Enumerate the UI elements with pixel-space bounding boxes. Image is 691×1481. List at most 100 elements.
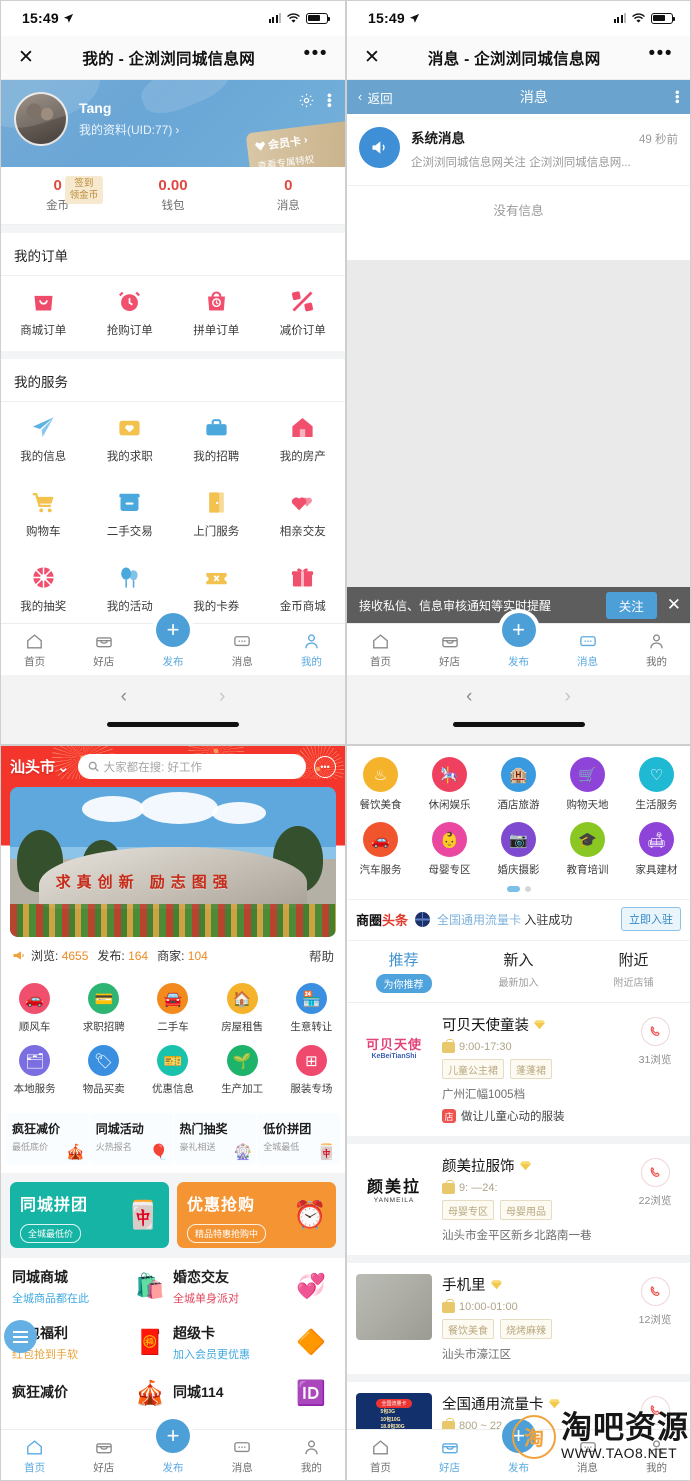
city-category-house[interactable]: 🏠 房屋租售	[208, 977, 277, 1039]
entry-row[interactable]: 同城商城 全城商品都在此 🛍️ 婚恋交友 全城单身派对 💞	[0, 1258, 346, 1314]
entry-row[interactable]: 红包福利 红包抢到手软 🧧 超级卡 加入会员更优惠 🔶	[0, 1314, 346, 1370]
shop-category-car[interactable]: 🚗 汽车服务	[346, 818, 415, 883]
tab-我的[interactable]: 我的	[277, 624, 346, 675]
stat-coins[interactable]: 0 金币 签到 领金币	[0, 176, 115, 213]
grid-item-two-hearts[interactable]: 相亲交友	[260, 477, 347, 552]
search-input[interactable]: 大家都在搜: 好工作	[77, 754, 306, 779]
tab-发布[interactable]: + 发布	[138, 1419, 207, 1481]
grid-item-discount-tag[interactable]: 减价订单	[260, 276, 347, 351]
shop-category-sofa[interactable]: 🛋 家具建材	[622, 818, 691, 883]
phone-call-icon[interactable]	[640, 1017, 670, 1046]
city-category-price-tag[interactable]: 🏷 物品买卖	[69, 1039, 138, 1101]
grid-item-envelope-heart[interactable]: 我的求职	[87, 402, 174, 477]
shop-category-baby[interactable]: 👶 母婴专区	[415, 818, 484, 883]
plus-icon[interactable]: +	[156, 613, 190, 647]
ad-banner[interactable]: 同城拼团 全城最低价 🀄	[10, 1182, 169, 1248]
entry-row[interactable]: 疯狂减价 🎪 同城114 🆔	[0, 1370, 346, 1416]
shop-call-column[interactable]: 31浏览	[629, 1014, 681, 1067]
grid-item-paper-plane[interactable]: 我的信息	[0, 402, 87, 477]
grid-item-gift-box[interactable]: 金币商城	[260, 552, 347, 627]
promo-card[interactable]: 疯狂减价 最低底价 🎪	[6, 1113, 89, 1165]
shop-category-chef-hat[interactable]: ♨ 餐饮美食	[346, 753, 415, 818]
tab-好店[interactable]: 好店	[69, 1430, 138, 1481]
shop-tab-推荐[interactable]: 推荐 为你推荐	[346, 941, 461, 1002]
shop-list-item[interactable]: 颜美拉 YANMEILA 颜美拉服饰 9: —24: 母婴专区 母婴用品 汕头市金…	[346, 1144, 691, 1263]
tab-消息[interactable]: 消息	[553, 624, 622, 675]
shop-category-graduation[interactable]: 🎓 教育培训	[553, 818, 622, 883]
ad-banner[interactable]: 优惠抢购 精品特惠抢购中 ⏰	[177, 1182, 336, 1248]
phone-call-icon[interactable]	[640, 1277, 670, 1306]
tab-我的[interactable]: 我的	[622, 624, 691, 675]
nav-forward-icon[interactable]: ›	[219, 686, 225, 708]
help-link[interactable]: 帮助	[309, 946, 334, 965]
carousel-dot[interactable]	[524, 886, 531, 892]
follow-button[interactable]: 关注	[605, 591, 657, 619]
entry-right[interactable]: 同城114	[173, 1382, 288, 1405]
tab-首页[interactable]: 首页	[0, 624, 69, 675]
gear-icon[interactable]	[298, 92, 315, 109]
grid-item-house[interactable]: 我的房产	[260, 402, 347, 477]
shop-call-column[interactable]: 12浏览	[629, 1274, 681, 1327]
tab-首页[interactable]: 首页	[346, 1430, 415, 1481]
city-category-used-car[interactable]: 🚘 二手车	[138, 977, 207, 1039]
close-icon[interactable]: ✕	[18, 48, 34, 67]
more-vertical-icon[interactable]: •••	[322, 93, 338, 108]
entry-right[interactable]: 婚恋交友 全城单身派对	[173, 1267, 288, 1306]
nav-back-icon[interactable]: ‹	[121, 686, 127, 708]
grid-item-trash-box[interactable]: 二手交易	[87, 477, 174, 552]
grid-item-shopping-cart[interactable]: 购物车	[0, 477, 87, 552]
city-category-car[interactable]: 🚗 顺风车	[0, 977, 69, 1039]
grid-item-briefcase[interactable]: 我的招聘	[173, 402, 260, 477]
grid-item-shopping-bag[interactable]: 商城订单	[0, 276, 87, 351]
message-list-item[interactable]: 系统消息 49 秒前 企浏浏同城信息网关注 企浏浏同城信息网...	[346, 114, 691, 185]
promo-card[interactable]: 同城活动 火热报名 🎈	[89, 1113, 173, 1165]
more-vertical-icon[interactable]: •••	[670, 90, 685, 104]
shop-category-ferris[interactable]: 🎠 休闲娱乐	[415, 753, 484, 818]
hamburger-menu-icon[interactable]	[4, 1320, 37, 1353]
headline-text[interactable]: 全国通用流量卡 入驻成功	[437, 911, 614, 928]
tab-消息[interactable]: 消息	[208, 624, 277, 675]
more-icon[interactable]: •••	[649, 44, 673, 63]
grid-item-ticket[interactable]: 我的卡券	[173, 552, 260, 627]
carousel-dot-active[interactable]	[506, 886, 520, 892]
grid-item-lottery-wheel[interactable]: 我的抽奖	[0, 552, 87, 627]
profile-link[interactable]: 我的资料(UID:77) ›	[79, 121, 179, 138]
city-category-sprout[interactable]: 🌱 生产加工	[208, 1039, 277, 1101]
city-selector[interactable]: 汕头市 ⌄	[10, 756, 70, 777]
stat-wallet[interactable]: 0.00 钱包	[115, 177, 230, 213]
shop-call-column[interactable]: 22浏览	[629, 1155, 681, 1208]
entry-left[interactable]: 同城商城 全城商品都在此	[12, 1267, 127, 1306]
tab-首页[interactable]: 首页	[0, 1430, 69, 1481]
shop-tab-新入[interactable]: 新入 最新加入	[461, 941, 576, 1002]
shop-category-cart[interactable]: 🛒 购物天地	[553, 753, 622, 818]
city-category-layers[interactable]: 🗂 本地服务	[0, 1039, 69, 1101]
grid-item-balloons[interactable]: 我的活动	[87, 552, 174, 627]
chat-bubble-icon[interactable]: •••	[314, 755, 336, 778]
join-now-button[interactable]: 立即入驻	[621, 907, 681, 931]
close-icon[interactable]: ✕	[364, 48, 380, 67]
phone-call-icon[interactable]	[640, 1158, 670, 1187]
tab-我的[interactable]: 我的	[277, 1430, 346, 1481]
grid-item-alarm-clock[interactable]: 抢购订单	[87, 276, 174, 351]
shop-list-item[interactable]: 可贝天使 KeBeiTianShi 可贝天使童装 9:00-17:30 儿童公主…	[346, 1003, 691, 1144]
grid-item-door[interactable]: 上门服务	[173, 477, 260, 552]
nav-forward-icon[interactable]: ›	[565, 686, 571, 708]
promo-card[interactable]: 低价拼团 全城最低 🀄	[257, 1113, 340, 1165]
plus-icon[interactable]: +	[501, 613, 536, 647]
nav-back-icon[interactable]: ‹	[466, 686, 472, 708]
back-button[interactable]: ‹ 返回	[358, 88, 393, 107]
more-icon[interactable]: •••	[304, 44, 328, 63]
tab-好店[interactable]: 好店	[69, 624, 138, 675]
city-category-id-card[interactable]: 💳 求职招聘	[69, 977, 138, 1039]
city-category-grid[interactable]: ⊞ 服装专场	[277, 1039, 346, 1101]
tab-发布[interactable]: + 发布	[484, 613, 553, 675]
shop-category-camera[interactable]: 📷 婚庆摄影	[484, 818, 553, 883]
tab-好店[interactable]: 好店	[415, 1430, 484, 1481]
plus-icon[interactable]: +	[156, 1419, 190, 1453]
grid-item-group-buy-bag[interactable]: 拼单订单	[173, 276, 260, 351]
shop-tab-附近[interactable]: 附近 附近店铺	[576, 941, 691, 1002]
city-category-coupon[interactable]: 🎫 优惠信息	[138, 1039, 207, 1101]
tab-好店[interactable]: 好店	[415, 624, 484, 675]
entry-left[interactable]: 疯狂减价	[12, 1382, 127, 1405]
tab-首页[interactable]: 首页	[346, 624, 415, 675]
